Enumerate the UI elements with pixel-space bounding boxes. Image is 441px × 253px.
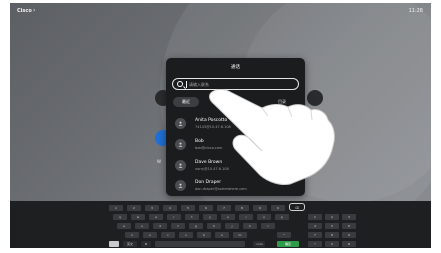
search-field[interactable]: [172, 78, 299, 90]
key[interactable]: q: [113, 214, 127, 220]
key[interactable]: x: [143, 232, 157, 238]
key[interactable]: w: [131, 214, 145, 220]
dialog-tabs: 最近 收 目录: [173, 97, 299, 107]
numpad-key[interactable]: 7: [308, 232, 322, 238]
clock: 11:28: [408, 8, 423, 14]
key[interactable]: b: [197, 232, 211, 238]
numpad-key[interactable]: 8: [325, 232, 339, 238]
tab-directory[interactable]: 目录: [269, 97, 295, 107]
key[interactable]: 0: [271, 205, 285, 211]
key[interactable]: l: [261, 223, 275, 229]
top-bar: Cisco › 11:28: [10, 3, 431, 17]
key-shift[interactable]: ^: [277, 232, 291, 238]
key[interactable]: k: [243, 223, 257, 229]
contact-name: Bob: [195, 139, 204, 144]
on-screen-keyboard: 1 2 3 4 5 6 7 8 9 0 ⌫ q w e r t y u i o …: [10, 201, 431, 248]
key[interactable]: 1: [109, 205, 123, 211]
contact-row[interactable]: Don Draper don.draper@somewhere.com: [173, 178, 299, 196]
key[interactable]: y: [203, 214, 217, 220]
go-button[interactable]: 确定: [277, 241, 299, 247]
key-dotcom[interactable]: .com: [253, 241, 265, 247]
avatar-icon: [178, 121, 183, 126]
contact-detail: bob@cisco.com: [195, 146, 223, 150]
dialog-title: 通话: [231, 65, 240, 70]
key[interactable]: a: [117, 223, 131, 229]
avatar: [175, 180, 186, 191]
avatar: [175, 160, 186, 171]
key[interactable]: 9: [253, 205, 267, 211]
key[interactable]: v: [179, 232, 193, 238]
key[interactable]: g: [189, 223, 203, 229]
key[interactable]: 5: [181, 205, 195, 211]
key[interactable]: u: [221, 214, 235, 220]
contact-detail: 74143@10.47.6.108: [195, 125, 231, 129]
key[interactable]: h: [207, 223, 221, 229]
gear-icon[interactable]: ⚙: [141, 241, 151, 247]
key[interactable]: m: [233, 232, 247, 238]
numpad-key[interactable]: 3: [342, 214, 356, 220]
numpad-key[interactable]: 9: [342, 232, 356, 238]
stage: Cisco › 11:28 W 通话 最近 收 目录: [0, 0, 441, 253]
avatar-icon: [178, 163, 183, 168]
key[interactable]: 3: [145, 205, 159, 211]
contact-detail: don.draper@somewhere.com: [195, 187, 247, 191]
key[interactable]: c: [161, 232, 175, 238]
key[interactable]: i: [239, 214, 253, 220]
numpad-key[interactable]: #: [342, 241, 356, 247]
numpad-key[interactable]: 4: [308, 223, 322, 229]
chevron-right-icon[interactable]: ›: [33, 7, 35, 14]
key[interactable]: p: [275, 214, 289, 220]
key[interactable]: o: [257, 214, 271, 220]
contact-detail: vorry@10.47.6.108: [195, 167, 229, 171]
contact-name: Dave Brown: [195, 160, 223, 165]
tab-recent[interactable]: 最近: [173, 97, 199, 107]
call-dialog: 通话 最近 收 目录 Anita Poscotto 74143@10.47.6.…: [166, 58, 305, 196]
search-input[interactable]: [189, 80, 289, 89]
avatar-icon: [178, 183, 183, 188]
numpad-key[interactable]: 6: [342, 223, 356, 229]
contact-name: Anita Poscotto: [195, 118, 228, 123]
contact-name: Don Draper: [195, 180, 222, 185]
avatar: [175, 118, 186, 129]
search-icon: [177, 81, 183, 87]
key[interactable]: s: [135, 223, 149, 229]
key[interactable]: d: [153, 223, 167, 229]
key-language[interactable]: 英文: [123, 241, 137, 247]
tab-favorites[interactable]: 收: [221, 97, 247, 107]
avatar: [175, 139, 186, 150]
numpad-key[interactable]: *: [308, 241, 322, 247]
key[interactable]: e: [149, 214, 163, 220]
key[interactable]: r: [167, 214, 181, 220]
key[interactable]: t: [185, 214, 199, 220]
key[interactable]: n: [215, 232, 229, 238]
keyboard-icon[interactable]: [109, 241, 119, 247]
key[interactable]: 8: [235, 205, 249, 211]
avatar-icon: [178, 142, 183, 147]
contact-row[interactable]: Anita Poscotto 74143@10.47.6.108: [173, 116, 299, 134]
key[interactable]: 2: [127, 205, 141, 211]
device-name[interactable]: Cisco: [17, 8, 32, 14]
key[interactable]: z: [125, 232, 139, 238]
backspace-icon[interactable]: ⌫: [289, 203, 305, 211]
home-button-right[interactable]: [307, 90, 323, 106]
numpad-key[interactable]: 0: [325, 241, 339, 247]
room-device-screen: Cisco › 11:28 W 通话 最近 收 目录: [10, 3, 431, 248]
contact-row[interactable]: Dave Brown vorry@10.47.6.108: [173, 158, 299, 176]
key-space[interactable]: [155, 241, 245, 247]
key[interactable]: 7: [217, 205, 231, 211]
key[interactable]: 4: [163, 205, 177, 211]
numpad-key[interactable]: 5: [325, 223, 339, 229]
key[interactable]: f: [171, 223, 185, 229]
home-button-webex-label: W: [157, 159, 161, 164]
key[interactable]: 6: [199, 205, 213, 211]
numpad-key[interactable]: 2: [325, 214, 339, 220]
key[interactable]: j: [225, 223, 239, 229]
contact-row[interactable]: Bob bob@cisco.com: [173, 137, 299, 155]
text-cursor: [186, 81, 187, 88]
numpad-key[interactable]: 1: [308, 214, 322, 220]
